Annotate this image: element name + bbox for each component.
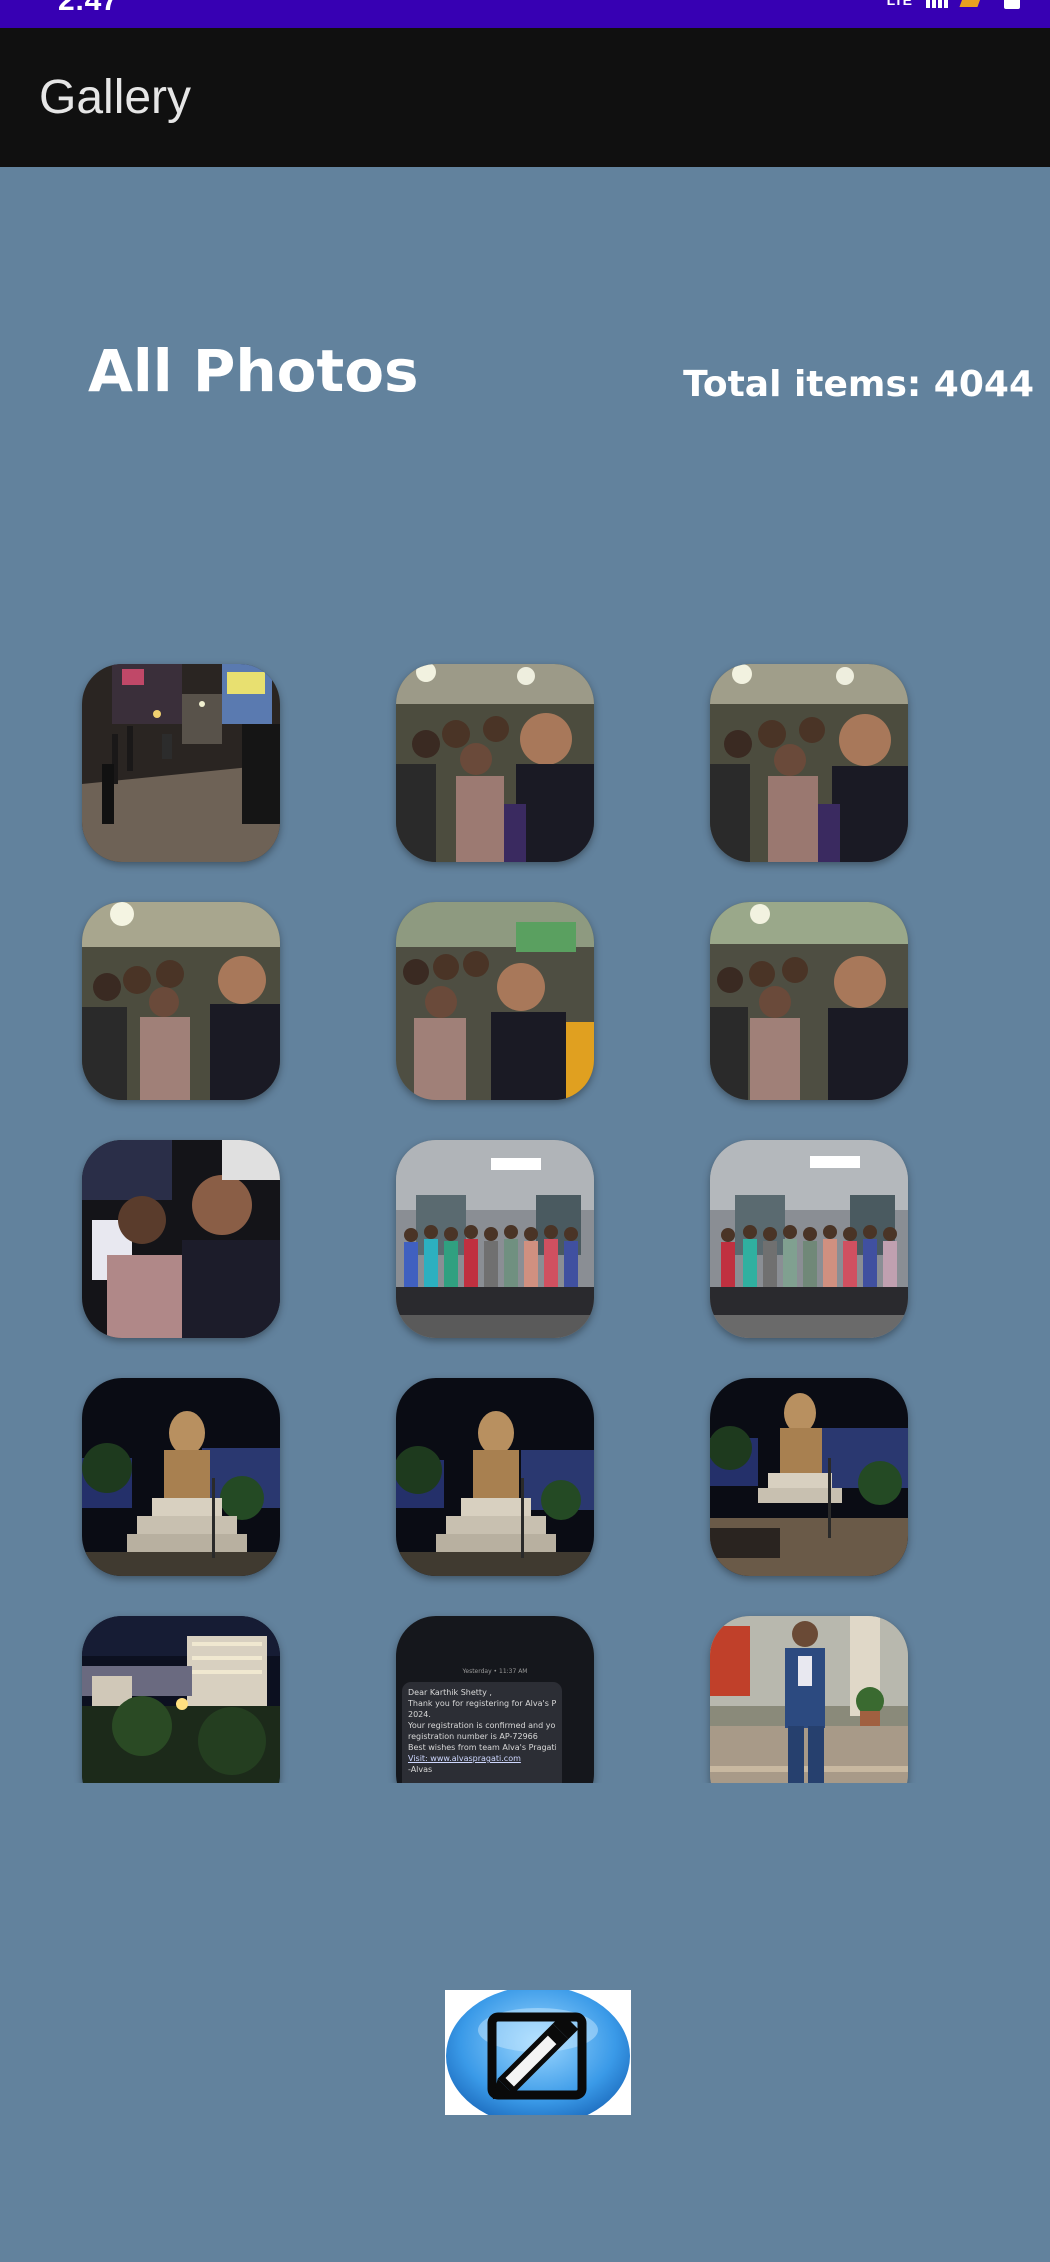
battery-icon	[1004, 0, 1020, 9]
message-line: -Alvas	[408, 1765, 433, 1774]
message-line: 2024.	[408, 1710, 431, 1719]
message-link: Visit: www.alvaspragati.com	[408, 1754, 521, 1763]
status-bar: 2:47 LTE	[0, 0, 1050, 28]
photo-thumbnail[interactable]	[396, 1378, 594, 1576]
photo-night-street	[82, 664, 280, 862]
message-time: Yesterday • 11:37 AM	[462, 1668, 528, 1675]
photo-thumbnail[interactable]	[82, 902, 280, 1100]
photo-thumbnail[interactable]	[82, 664, 280, 862]
photo-statue-night	[710, 1378, 908, 1576]
photo-thumbnail[interactable]	[710, 1378, 908, 1576]
photo-thumbnail[interactable]	[710, 1616, 908, 1783]
photo-two-friends	[82, 1140, 280, 1338]
signal-icon	[926, 0, 948, 8]
message-line: Your registration is confirmed and your	[408, 1721, 556, 1730]
page-title: All Photos	[88, 337, 419, 405]
photo-statue-night	[396, 1378, 594, 1576]
photo-thumbnail[interactable]	[396, 664, 594, 862]
notification-icon	[959, 0, 983, 7]
edit-button[interactable]	[445, 1990, 631, 2115]
photo-thumbnail[interactable]	[710, 664, 908, 862]
message-line: Dear Karthik Shetty ,	[408, 1688, 492, 1697]
photo-thumbnail[interactable]	[396, 902, 594, 1100]
network-type: LTE	[886, 0, 912, 8]
photo-thumbnail[interactable]	[710, 1140, 908, 1338]
photo-group-hall	[396, 1140, 594, 1338]
photo-grid[interactable]: Yesterday • 11:37 AM Dear Karthik Shetty…	[0, 640, 1050, 1783]
photo-man-suit	[710, 1616, 908, 1783]
photo-group-selfie	[82, 902, 280, 1100]
photo-campus-night	[82, 1616, 280, 1783]
message-screenshot: Yesterday • 11:37 AM Dear Karthik Shetty…	[396, 1616, 594, 1783]
photo-statue-night	[82, 1378, 280, 1576]
photo-thumbnail[interactable]	[710, 902, 908, 1100]
photo-thumbnail[interactable]	[82, 1140, 280, 1338]
photo-group-hall	[710, 1140, 908, 1338]
message-line: Best wishes from team Alva's Pragati	[408, 1743, 556, 1752]
total-items-label: Total items: 4044	[683, 364, 1034, 405]
app-title: Gallery	[39, 71, 192, 124]
photo-group-selfie	[396, 664, 594, 862]
message-bubble: Dear Karthik Shetty , Thank you for regi…	[402, 1682, 562, 1783]
photo-group-selfie	[710, 902, 908, 1100]
status-icons: LTE	[887, 0, 1020, 10]
status-time: 2:47	[58, 0, 119, 17]
photo-thumbnail[interactable]	[396, 1140, 594, 1338]
photo-thumbnail[interactable]: Yesterday • 11:37 AM Dear Karthik Shetty…	[396, 1616, 594, 1783]
photo-thumbnail[interactable]	[82, 1616, 280, 1783]
photo-group-selfie	[396, 902, 594, 1100]
app-bar: Gallery	[0, 28, 1050, 167]
message-line: registration number is AP-72966	[408, 1732, 538, 1741]
photo-thumbnail[interactable]	[82, 1378, 280, 1576]
photo-group-selfie	[710, 664, 908, 862]
message-line: Thank you for registering for Alva's Pra…	[408, 1699, 556, 1708]
edit-icon	[446, 1990, 630, 2115]
